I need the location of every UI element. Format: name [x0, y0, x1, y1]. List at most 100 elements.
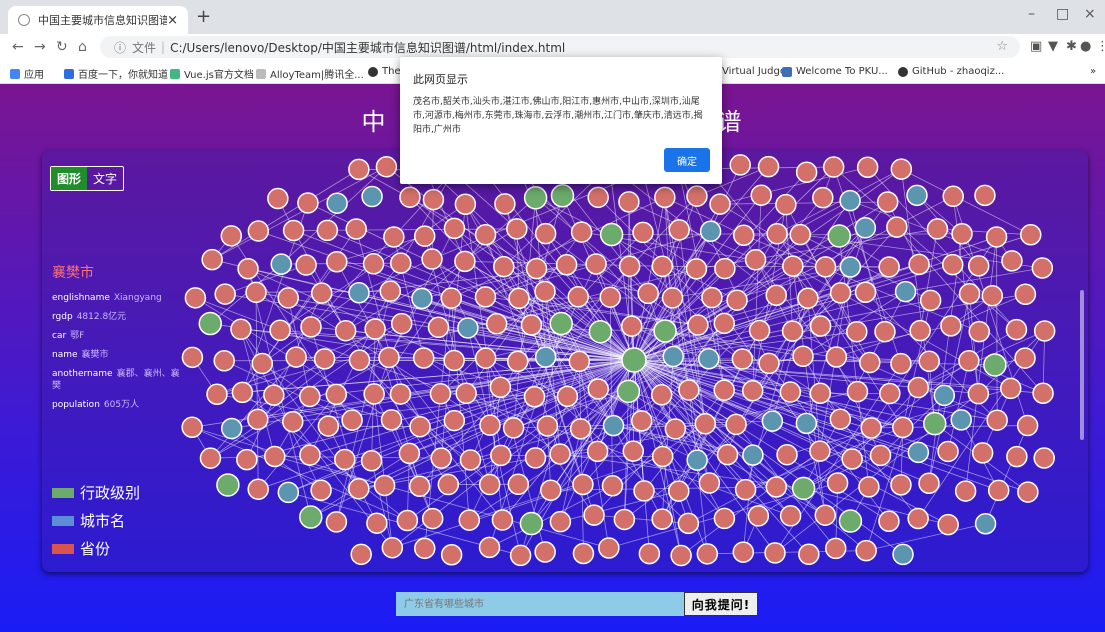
graph-node[interactable]	[732, 541, 755, 563]
graph-node[interactable]	[297, 192, 319, 214]
graph-node[interactable]	[919, 289, 942, 312]
graph-node[interactable]	[534, 280, 556, 303]
graph-node[interactable]	[1032, 382, 1054, 404]
graph-node[interactable]	[326, 250, 348, 273]
graph-node[interactable]	[269, 319, 291, 342]
graph-node[interactable]	[1014, 347, 1036, 369]
graph-node[interactable]	[650, 384, 673, 406]
graph-node[interactable]	[686, 449, 708, 471]
graph-node[interactable]	[443, 409, 466, 432]
graph-node[interactable]	[380, 409, 403, 431]
graph-node[interactable]	[775, 193, 797, 216]
graph-node[interactable]	[348, 349, 371, 371]
graph-node[interactable]	[570, 221, 593, 243]
graph-node[interactable]	[454, 193, 477, 215]
graph-node[interactable]	[937, 440, 959, 463]
graph-node[interactable]	[878, 256, 900, 278]
graph-node[interactable]	[587, 378, 609, 400]
graph-node[interactable]	[841, 448, 863, 470]
tab-text-mode[interactable]: 文字	[87, 167, 123, 190]
graph-node[interactable]	[776, 443, 798, 466]
graph-node[interactable]	[699, 220, 722, 243]
bookmark-apps[interactable]: 应用	[10, 66, 44, 81]
graph-node[interactable]	[798, 543, 820, 566]
graph-node[interactable]	[713, 507, 736, 530]
graph-node[interactable]	[494, 193, 516, 215]
graph-node[interactable]	[556, 385, 579, 408]
graph-node[interactable]	[549, 510, 572, 533]
graph-node[interactable]	[237, 257, 259, 280]
graph-node[interactable]	[858, 476, 880, 498]
graph-node[interactable]	[285, 346, 307, 368]
graph-node[interactable]	[716, 443, 739, 466]
graph-node[interactable]	[378, 346, 400, 369]
graph-node[interactable]	[879, 382, 901, 405]
graph-node[interactable]	[779, 381, 802, 403]
graph-node[interactable]	[809, 440, 831, 462]
graph-node[interactable]	[741, 379, 764, 402]
graph-node[interactable]	[508, 287, 530, 310]
knowledge-graph-panel[interactable]: 图形 文字 襄樊市 englishname Xiangyang rgdp 4812.…	[42, 150, 1088, 572]
graph-node[interactable]	[184, 287, 207, 309]
graph-node[interactable]	[1033, 320, 1056, 342]
extensions-puzzle-icon[interactable]: ✱	[1066, 39, 1077, 54]
graph-node[interactable]	[926, 218, 949, 240]
graph-node[interactable]	[572, 542, 595, 565]
graph-node[interactable]	[855, 539, 877, 562]
graph-node[interactable]	[846, 380, 869, 403]
graph-node[interactable]	[651, 508, 673, 530]
menu-dots-icon[interactable]: ⋮	[1096, 39, 1105, 54]
graph-node[interactable]	[621, 347, 647, 373]
graph-node[interactable]	[876, 191, 899, 213]
extension-vue-icon[interactable]: ▼	[1048, 39, 1058, 54]
graph-node[interactable]	[713, 312, 736, 335]
graph-node[interactable]	[443, 217, 466, 240]
graph-node[interactable]	[860, 417, 882, 439]
graph-node[interactable]	[732, 224, 755, 246]
graph-node[interactable]	[270, 253, 293, 275]
graph-node[interactable]	[812, 186, 834, 209]
graph-node[interactable]	[950, 409, 972, 431]
graph-node[interactable]	[918, 472, 940, 494]
graph-node[interactable]	[709, 193, 731, 215]
graph-node[interactable]	[478, 536, 501, 559]
bookmark-pku[interactable]: Welcome To PKU...	[782, 66, 888, 77]
graph-node[interactable]	[795, 161, 818, 183]
close-window-button[interactable]: ×	[1084, 6, 1096, 22]
graph-node[interactable]	[937, 513, 959, 536]
graph-node[interactable]	[941, 253, 964, 276]
graph-node[interactable]	[601, 475, 624, 497]
graph-node[interactable]	[310, 479, 332, 501]
graph-node[interactable]	[748, 319, 771, 342]
graph-node[interactable]	[809, 382, 832, 404]
graph-node[interactable]	[523, 186, 548, 210]
graph-node[interactable]	[782, 255, 804, 277]
question-input[interactable]	[396, 592, 684, 616]
graph-node[interactable]	[264, 445, 286, 468]
graph-node[interactable]	[454, 250, 476, 273]
graph-node[interactable]	[247, 408, 269, 431]
graph-node[interactable]	[744, 249, 767, 271]
graph-node[interactable]	[859, 351, 881, 374]
graph-node[interactable]	[701, 286, 723, 309]
graph-node[interactable]	[1001, 250, 1023, 272]
graph-node[interactable]	[247, 478, 269, 500]
graph-node[interactable]	[586, 440, 609, 463]
graph-node[interactable]	[637, 282, 659, 305]
graph-node[interactable]	[653, 319, 677, 343]
graph-node[interactable]	[664, 418, 687, 440]
profile-avatar-icon[interactable]: ●	[1080, 39, 1091, 54]
graph-node[interactable]	[942, 185, 964, 208]
graph-node[interactable]	[765, 284, 787, 306]
graph-node[interactable]	[846, 320, 868, 343]
graph-node[interactable]	[1033, 447, 1055, 469]
knowledge-graph[interactable]	[42, 150, 1088, 572]
graph-node[interactable]	[661, 287, 684, 309]
graph-node[interactable]	[809, 315, 832, 337]
graph-node[interactable]	[781, 320, 804, 342]
graph-node[interactable]	[507, 473, 530, 496]
graph-node[interactable]	[485, 313, 508, 335]
graph-node[interactable]	[220, 225, 243, 247]
graph-node[interactable]	[326, 192, 348, 214]
graph-node[interactable]	[839, 189, 861, 212]
